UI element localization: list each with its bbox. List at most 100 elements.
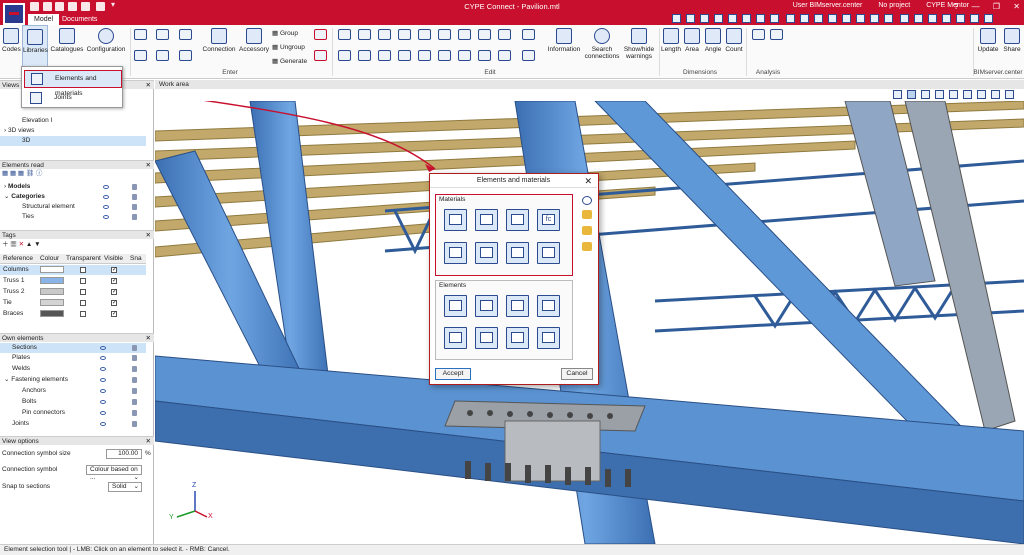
material-anchor-button[interactable] (475, 242, 498, 264)
extend-icon[interactable] (418, 29, 431, 40)
lock-icon[interactable] (132, 184, 137, 190)
libraries-button[interactable]: Libraries (22, 25, 48, 69)
tags-table-row[interactable]: Truss 2 ✓ (0, 287, 146, 297)
eye-icon[interactable] (100, 400, 106, 404)
help-icon[interactable]: ? (954, 2, 958, 11)
bolt-tool-icon[interactable] (179, 50, 192, 61)
tree-item-welds[interactable]: Welds (0, 364, 146, 374)
view-toggle-icon[interactable] (770, 14, 779, 23)
visible-checkbox[interactable]: ✓ (111, 311, 117, 317)
accessory-button[interactable]: Accessory (238, 28, 270, 53)
view-tool-icon[interactable] (991, 90, 1000, 99)
transparent-checkbox[interactable] (80, 289, 86, 295)
globe-icon[interactable] (582, 196, 592, 205)
minimize-button[interactable]: — (972, 2, 980, 11)
list-item[interactable]: Elevation I (0, 116, 146, 126)
check-table-icon[interactable] (770, 29, 783, 40)
section-edit-icon[interactable] (498, 50, 511, 61)
folder-add-icon[interactable] (582, 242, 592, 251)
view-toggle-icon[interactable] (914, 14, 923, 23)
tree-item-models[interactable]: › Models (0, 182, 146, 192)
section-tool-icon[interactable] (134, 29, 147, 40)
element-anchor-button[interactable] (506, 327, 529, 349)
tag-colour-swatch[interactable] (40, 288, 64, 295)
delete-x-icon[interactable] (314, 29, 327, 40)
tree-item-3d[interactable]: 3D (0, 136, 146, 146)
view-toggle-icon[interactable] (970, 14, 979, 23)
tree-item-joints[interactable]: Joints (0, 419, 146, 429)
view-toggle-icon[interactable] (756, 14, 765, 23)
folder-icon[interactable] (582, 210, 592, 219)
view-toggle-icon[interactable] (786, 14, 795, 23)
menu-item-elements-and-materials[interactable]: Elements and materials (24, 70, 122, 97)
tree-item-structural-element[interactable]: Structural element (0, 202, 146, 212)
mirror-icon[interactable] (398, 29, 411, 40)
accept-button[interactable]: Accept (435, 368, 471, 380)
view-toggle-icon[interactable] (942, 14, 951, 23)
view-toggle-icon[interactable] (984, 14, 993, 23)
tree-item-ties[interactable]: Ties (0, 212, 146, 222)
lock-icon[interactable] (132, 204, 137, 210)
information-button[interactable]: Information (544, 28, 584, 53)
view-3d-icon[interactable] (907, 90, 916, 99)
match-icon[interactable] (478, 50, 491, 61)
view-toggle-icon[interactable] (870, 14, 879, 23)
view-toggle-icon[interactable] (828, 14, 837, 23)
transparent-checkbox[interactable] (80, 300, 86, 306)
visible-checkbox[interactable]: ✓ (111, 278, 117, 284)
tree-item-3d-views[interactable]: › 3D views (0, 126, 146, 136)
visible-checkbox[interactable]: ✓ (111, 300, 117, 306)
maximize-button[interactable]: ❐ (993, 2, 1000, 11)
assign-icon[interactable] (522, 29, 535, 40)
profile-tool-icon[interactable] (134, 50, 147, 61)
share-button[interactable]: Share (1001, 28, 1023, 53)
tag-colour-swatch[interactable] (40, 277, 64, 284)
edit-pencil-icon[interactable] (338, 29, 351, 40)
element-bolt-button[interactable] (475, 327, 498, 349)
length-button[interactable]: Length (660, 28, 682, 53)
tags-toolbar[interactable]: ＋ ▦ ✕ ▲ ▼ (0, 240, 146, 250)
view-toggle-icon[interactable] (686, 14, 695, 23)
close-icon[interactable]: ✕ (146, 334, 151, 343)
delete-group-icon[interactable] (314, 50, 327, 61)
element-section-button[interactable] (444, 295, 467, 317)
show-hide-warnings-button[interactable]: Show/hide warnings (620, 28, 658, 60)
copy-move-icon[interactable] (358, 50, 371, 61)
user-account[interactable]: User BIMserver.center (793, 2, 863, 9)
rotate-copy-icon[interactable] (378, 50, 391, 61)
view-tool-icon[interactable] (949, 90, 958, 99)
configuration-button[interactable]: Configuration (85, 28, 127, 53)
element-weld-button[interactable] (537, 295, 560, 317)
tag-colour-swatch[interactable] (40, 299, 64, 306)
connection-symbol-size-input[interactable]: 100.00 (106, 449, 142, 459)
scale-icon[interactable] (338, 50, 351, 61)
eye-icon[interactable] (100, 367, 106, 371)
view-tool-icon[interactable] (1005, 90, 1014, 99)
tree-item-plates[interactable]: Plates (0, 353, 146, 363)
eye-icon[interactable] (103, 195, 109, 199)
lock-icon[interactable] (132, 399, 137, 405)
properties-icon[interactable] (522, 50, 535, 61)
tag-icon[interactable] (418, 50, 431, 61)
tab-documents[interactable]: Documents (56, 14, 103, 25)
eye-icon[interactable] (100, 411, 106, 415)
eye-icon[interactable] (100, 422, 106, 426)
close-icon[interactable]: ✕ (146, 161, 151, 170)
eye-icon[interactable] (100, 389, 106, 393)
move-icon[interactable] (358, 29, 371, 40)
close-icon[interactable]: ✕ (584, 175, 592, 187)
codes-button[interactable]: Codes (2, 28, 21, 53)
lock-icon[interactable] (132, 214, 137, 220)
material-steel-plus-button[interactable] (475, 209, 498, 231)
plate-tool-icon[interactable] (156, 29, 169, 40)
view-toggle-icon[interactable] (800, 14, 809, 23)
view-tool-icon[interactable] (921, 90, 930, 99)
group-button[interactable]: ▦ Group (272, 29, 312, 37)
view-toggle-icon[interactable] (884, 14, 893, 23)
eye-icon[interactable] (103, 205, 109, 209)
element-profile-button[interactable] (475, 295, 498, 317)
lock-icon[interactable] (132, 410, 137, 416)
offset-icon[interactable] (398, 50, 411, 61)
weld-tool-icon[interactable] (156, 50, 169, 61)
tags-table-row[interactable]: Columns ✓ (0, 265, 146, 275)
